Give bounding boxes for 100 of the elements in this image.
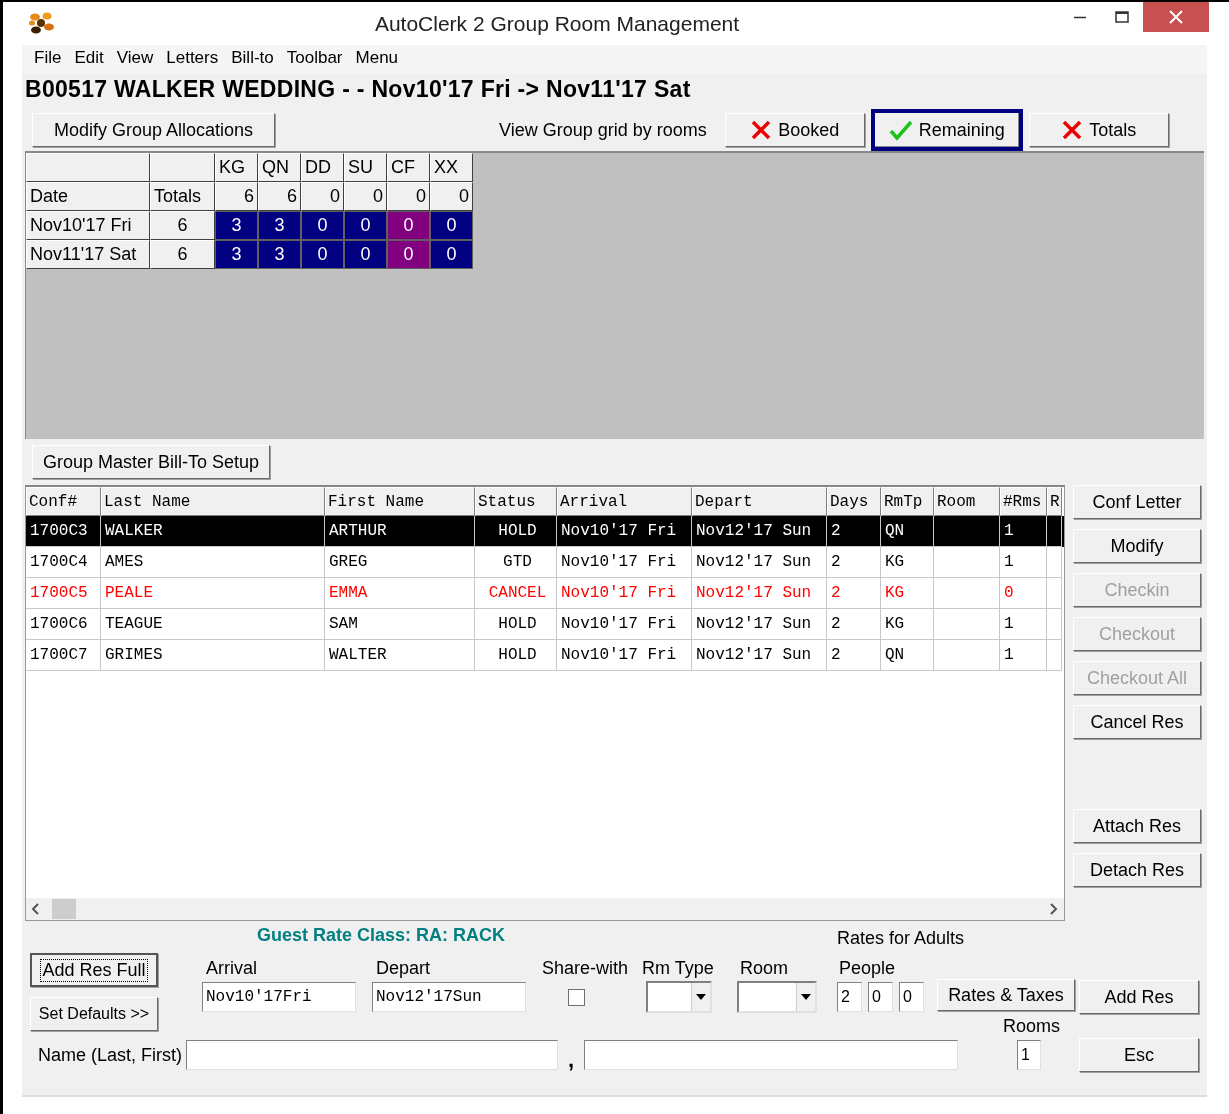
column-header[interactable]: RmTp [881,487,934,516]
totals-header: Totals [150,182,215,211]
column-header[interactable]: R [1047,487,1062,516]
cross-icon [750,119,773,141]
column-header[interactable]: Days [827,487,881,516]
modify-allocations-button[interactable]: Modify Group Allocations [32,113,275,147]
table-cell: HOLD [475,640,557,671]
checkmark-icon [888,119,913,141]
room-type-header: KG [215,153,258,182]
rm-type-dropdown[interactable] [646,981,712,1013]
menu-item[interactable]: Edit [72,48,115,74]
rate-class-label: Guest Rate Class: RA: RACK [256,925,507,947]
rates-taxes-button[interactable]: Rates & Taxes [937,979,1075,1011]
rm-type-label: Rm Type [642,958,714,979]
table-cell: 1 [1000,640,1047,671]
allocation-cell[interactable]: 3 [258,211,301,240]
column-header[interactable]: Room [934,487,1000,516]
allocation-cell[interactable]: 0 [301,240,344,269]
room-dropdown[interactable] [737,981,817,1013]
allocation-cell[interactable]: 0 [301,211,344,240]
room-type-header: CF [387,153,430,182]
scrollbar-thumb[interactable] [52,899,76,919]
maximize-icon [1115,11,1129,23]
menu-item[interactable]: File [32,48,73,74]
add-res-button[interactable]: Add Res [1079,980,1199,1014]
reservation-row[interactable]: 1700C6 TEAGUE SAM HOLD Nov10'17 Fri Nov12'17 Sun 2 KG 1 [26,609,1064,640]
total-cell: 0 [301,182,344,211]
total-cell: 0 [344,182,387,211]
column-header[interactable]: #Rms [1000,487,1047,516]
total-cell: 6 [215,182,258,211]
allocation-cell[interactable]: 3 [215,211,258,240]
first-name-field[interactable] [584,1040,959,1070]
action-button[interactable]: Detach Res [1073,853,1201,887]
people-field[interactable]: 0 [899,982,924,1012]
reservation-row[interactable]: 1700C3 WALKER ARTHUR HOLD Nov10'17 Fri Nov12'17 Sun 2 QN 1 [26,516,1064,547]
dropdown-arrow-icon [801,994,811,1000]
action-button[interactable]: Attach Res [1073,809,1201,843]
view-toggle[interactable]: Totals [1028,113,1169,147]
add-res-full-button[interactable]: Add Res Full [30,953,158,987]
column-header[interactable]: Last Name [101,487,325,516]
total-cell: 6 [258,182,301,211]
arrival-field[interactable]: Nov10'17Fri [202,982,356,1012]
column-header[interactable]: Arrival [557,487,692,516]
column-header[interactable]: Conf# [26,487,101,516]
view-toggle[interactable]: Remaining [870,109,1023,151]
allocation-cell[interactable]: 0 [430,211,473,240]
allocation-cell[interactable]: 3 [215,240,258,269]
cross-icon [1061,119,1084,141]
column-header[interactable]: First Name [325,487,475,516]
rooms-label: Rooms [1002,1016,1060,1037]
grid-corner-cell [150,153,215,182]
esc-button[interactable]: Esc [1079,1038,1199,1072]
table-cell: Nov12'17 Sun [692,640,827,671]
date-cell: Nov10'17 Fri [26,211,150,240]
room-label: Room [739,958,788,979]
view-toggle[interactable]: Booked [724,113,865,147]
total-cell: 6 [150,211,215,240]
reservation-row[interactable]: 1700C4 AMES GREG GTD Nov10'17 Fri Nov12'17 Sun 2 KG 1 [26,547,1064,578]
date-cell: Nov11'17 Sat [26,240,150,269]
set-defaults-button[interactable]: Set Defaults >> [30,997,158,1031]
allocation-cell[interactable]: 0 [387,240,430,269]
reservation-row[interactable]: 1700C7 GRIMES WALTER HOLD Nov10'17 Fri Nov12'17 Sun 2 QN 1 [26,640,1064,671]
rates-label: Rates for Adults [837,927,965,949]
menu-item[interactable]: Bill-to [229,48,285,74]
allocation-cell[interactable]: 3 [258,240,301,269]
close-icon [1169,10,1183,24]
allocation-cell[interactable]: 0 [344,240,387,269]
people-field[interactable]: 0 [868,982,893,1012]
share-with-checkbox[interactable] [568,988,585,1006]
allocation-cell[interactable]: 0 [387,211,430,240]
table-cell: GRIMES [101,640,325,671]
menu-item[interactable]: Toolbar [284,48,354,74]
bill-to-setup-button[interactable]: Group Master Bill-To Setup [32,445,271,479]
room-type-header: DD [301,153,344,182]
allocation-cell[interactable]: 0 [430,240,473,269]
app-logo [27,10,55,36]
table-cell: WALTER [325,640,475,671]
depart-label: Depart [375,958,431,979]
action-button[interactable]: Modify [1073,529,1201,563]
view-label: View Group grid by rooms [499,119,707,141]
depart-field[interactable]: Nov12'17Sun [372,982,526,1012]
menu-item[interactable]: View [114,48,165,74]
window-title: AutoClerk 2 Group Room Management [374,12,740,36]
action-button[interactable]: Conf Letter [1073,485,1201,519]
column-header[interactable]: Status [475,487,557,516]
people-field[interactable]: 2 [837,982,862,1012]
allocation-cell[interactable]: 0 [344,211,387,240]
table-cell: 1700C7 [26,640,101,671]
last-name-field[interactable] [186,1040,559,1070]
share-with-label: Share-with [541,958,629,979]
reservation-row[interactable]: 1700C5 PEALE EMMA CANCEL Nov10'17 Fri Nov12'17 Sun 2 KG 0 [26,578,1064,609]
action-button[interactable]: Cancel Res [1073,705,1201,739]
column-header[interactable]: Depart [692,487,827,516]
date-header: Date [26,182,150,211]
rooms-field[interactable]: 1 [1017,1040,1041,1070]
people-label: People [838,958,896,979]
menu-item[interactable]: Letters [164,48,230,74]
menu-item[interactable]: Menu [353,48,410,74]
close-button[interactable] [1143,2,1209,32]
total-cell: 0 [387,182,430,211]
